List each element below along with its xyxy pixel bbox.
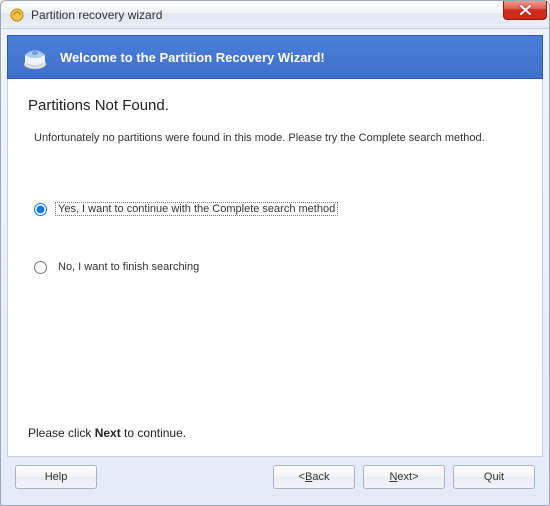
body-text: Unfortunately no partitions were found i… <box>28 132 522 144</box>
radio-finish[interactable] <box>34 261 47 274</box>
app-icon <box>9 7 25 23</box>
close-button[interactable] <box>503 1 547 20</box>
banner: Welcome to the Partition Recovery Wizard… <box>7 35 543 79</box>
dialog-window: Partition recovery wizard Welcome to the… <box>0 0 550 506</box>
option-continue-complete[interactable]: Yes, I want to continue with the Complet… <box>28 202 522 216</box>
footer-bold: Next <box>95 426 121 440</box>
next-suffix: ext> <box>397 471 418 483</box>
page-heading: Partitions Not Found. <box>28 97 522 114</box>
banner-title: Welcome to the Partition Recovery Wizard… <box>60 50 325 65</box>
option-continue-label[interactable]: Yes, I want to continue with the Complet… <box>55 202 338 216</box>
back-suffix: ack <box>312 471 329 483</box>
option-finish[interactable]: No, I want to finish searching <box>28 260 522 274</box>
radio-continue[interactable] <box>34 203 47 216</box>
footer-prefix: Please click <box>28 426 95 440</box>
quit-label: Quit <box>484 471 504 483</box>
wizard-icon <box>22 44 48 70</box>
quit-button[interactable]: Quit <box>453 465 535 489</box>
next-mnemonic: N <box>389 471 397 483</box>
back-mnemonic: B <box>305 471 312 483</box>
help-label: Help <box>45 471 68 483</box>
content-frame: Welcome to the Partition Recovery Wizard… <box>1 29 549 495</box>
next-button[interactable]: Next> <box>363 465 445 489</box>
window-title: Partition recovery wizard <box>31 8 162 22</box>
footer-suffix: to continue. <box>121 426 186 440</box>
back-button[interactable]: <Back <box>273 465 355 489</box>
titlebar[interactable]: Partition recovery wizard <box>1 1 549 29</box>
footer-instruction: Please click Next to continue. <box>28 426 186 440</box>
nav-button-group: <Back Next> Quit <box>273 465 535 489</box>
option-finish-label[interactable]: No, I want to finish searching <box>55 260 202 274</box>
help-button[interactable]: Help <box>15 465 97 489</box>
content-panel: Partitions Not Found. Unfortunately no p… <box>7 79 543 457</box>
button-row: Help <Back Next> Quit <box>7 457 543 489</box>
close-icon <box>520 5 531 15</box>
